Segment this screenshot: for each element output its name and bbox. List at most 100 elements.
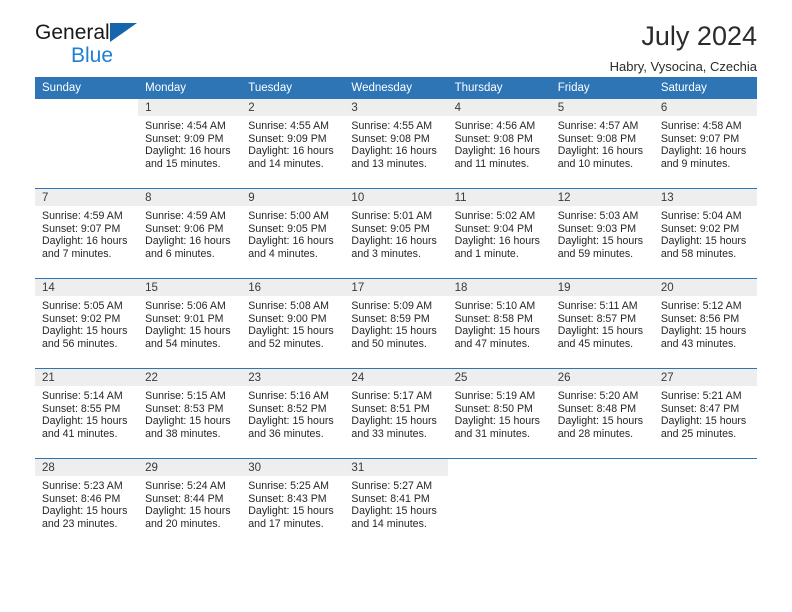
day-details: Sunrise: 4:55 AM Sunset: 9:08 PM Daylight:… xyxy=(344,116,447,170)
day-details: Sunrise: 5:14 AM Sunset: 8:55 PM Daylight:… xyxy=(35,386,138,440)
day-cell[interactable]: 8 Sunrise: 4:59 AM Sunset: 9:06 PM Daylight… xyxy=(138,188,242,279)
sunrise-text: Sunrise: 5:23 AM xyxy=(42,480,123,492)
day-number: 20 xyxy=(653,279,757,296)
daylight-text-line2: and 15 minutes. xyxy=(145,157,221,170)
daylight-text-line1: Daylight: 16 hours xyxy=(454,145,540,158)
day-details: Sunrise: 4:59 AM Sunset: 9:06 PM Daylight:… xyxy=(138,206,241,260)
daylight-text-line2: and 9 minutes. xyxy=(660,157,731,170)
day-cell[interactable]: 29 Sunrise: 5:24 AM Sunset: 8:44 PM Dayligh… xyxy=(138,458,242,548)
daylight-text-line1: Daylight: 15 hours xyxy=(454,325,540,338)
generalblue-logo[interactable]: General Blue xyxy=(35,22,235,66)
page-subtitle: Habry, Vysocina, Czechia xyxy=(609,58,757,74)
column-header-thursday: Thursday xyxy=(447,77,551,99)
day-cell[interactable]: 2 Sunrise: 4:55 AM Sunset: 9:09 PM Daylight… xyxy=(241,99,345,189)
day-cell[interactable]: 19 Sunrise: 5:11 AM Sunset: 8:57 PM Dayligh… xyxy=(550,278,654,369)
sunset-text: Sunset: 9:07 PM xyxy=(42,222,121,235)
sunrise-text: Sunrise: 4:59 AM xyxy=(42,210,123,222)
sunrise-text: Sunrise: 5:05 AM xyxy=(42,300,123,312)
day-cell[interactable]: 24 Sunrise: 5:17 AM Sunset: 8:51 PM Dayligh… xyxy=(344,368,448,459)
day-number: 14 xyxy=(35,279,139,296)
day-cell[interactable]: 23 Sunrise: 5:16 AM Sunset: 8:52 PM Dayligh… xyxy=(241,368,345,459)
daylight-text-line1: Daylight: 16 hours xyxy=(248,145,334,158)
day-cell[interactable]: 16 Sunrise: 5:08 AM Sunset: 9:00 PM Dayligh… xyxy=(241,278,345,369)
day-details: Sunrise: 5:12 AM Sunset: 8:56 PM Daylight:… xyxy=(654,296,757,350)
daylight-text-line1: Daylight: 16 hours xyxy=(145,145,231,158)
daylight-text-line1: Daylight: 15 hours xyxy=(351,505,437,518)
day-cell[interactable]: 4 Sunrise: 4:56 AM Sunset: 9:08 PM Daylight… xyxy=(447,99,551,189)
daylight-text-line1: Daylight: 15 hours xyxy=(557,325,644,338)
day-cell[interactable]: 6 Sunrise: 4:58 AM Sunset: 9:07 PM Daylight… xyxy=(653,99,757,189)
sunrise-text: Sunrise: 5:21 AM xyxy=(660,390,742,402)
sunrise-text: Sunrise: 4:54 AM xyxy=(145,120,226,132)
day-details: Sunrise: 5:15 AM Sunset: 8:53 PM Daylight:… xyxy=(138,386,241,440)
day-details: Sunrise: 5:09 AM Sunset: 8:59 PM Daylight:… xyxy=(344,296,447,350)
day-cell[interactable]: 26 Sunrise: 5:20 AM Sunset: 8:48 PM Dayligh… xyxy=(550,368,654,459)
daylight-text-line2: and 14 minutes. xyxy=(351,517,427,530)
calendar-week-row: 1 Sunrise: 4:54 AM Sunset: 9:09 PM Daylight… xyxy=(35,99,757,189)
sunrise-text: Sunrise: 4:59 AM xyxy=(145,210,226,222)
day-cell[interactable]: 30 Sunrise: 5:25 AM Sunset: 8:43 PM Dayligh… xyxy=(241,458,345,548)
day-cell[interactable]: 13 Sunrise: 5:04 AM Sunset: 9:02 PM Dayligh… xyxy=(653,188,757,279)
day-details: Sunrise: 5:08 AM Sunset: 9:00 PM Daylight:… xyxy=(241,296,344,350)
daylight-text-line1: Daylight: 16 hours xyxy=(557,145,644,158)
day-number: 7 xyxy=(35,189,139,206)
day-cell[interactable]: 1 Sunrise: 4:54 AM Sunset: 9:09 PM Daylight… xyxy=(138,99,242,189)
column-header-saturday: Saturday xyxy=(653,77,757,99)
day-cell[interactable]: 10 Sunrise: 5:01 AM Sunset: 9:05 PM Dayligh… xyxy=(344,188,448,279)
day-details: Sunrise: 4:55 AM Sunset: 9:09 PM Daylight:… xyxy=(241,116,344,170)
daylight-text-line1: Daylight: 15 hours xyxy=(351,325,437,338)
day-details: Sunrise: 4:54 AM Sunset: 9:09 PM Daylight:… xyxy=(138,116,241,170)
sunset-text: Sunset: 9:03 PM xyxy=(557,222,637,235)
sunset-text: Sunset: 9:08 PM xyxy=(454,132,533,145)
daylight-text-line1: Daylight: 16 hours xyxy=(248,235,334,248)
sunrise-text: Sunrise: 4:58 AM xyxy=(660,120,742,132)
day-cell[interactable]: 3 Sunrise: 4:55 AM Sunset: 9:08 PM Daylight… xyxy=(344,99,448,189)
day-number: 24 xyxy=(344,369,448,386)
daylight-text-line2: and 28 minutes. xyxy=(557,427,634,440)
sunrise-text: Sunrise: 5:20 AM xyxy=(557,390,639,402)
sunrise-text: Sunrise: 5:27 AM xyxy=(351,480,433,492)
day-cell[interactable]: 12 Sunrise: 5:03 AM Sunset: 9:03 PM Dayligh… xyxy=(550,188,654,279)
day-cell[interactable]: 14 Sunrise: 5:05 AM Sunset: 9:02 PM Dayligh… xyxy=(35,278,139,369)
day-details: Sunrise: 5:10 AM Sunset: 8:58 PM Daylight:… xyxy=(448,296,551,350)
day-cell[interactable]: 25 Sunrise: 5:19 AM Sunset: 8:50 PM Dayligh… xyxy=(447,368,551,459)
day-cell[interactable]: 27 Sunrise: 5:21 AM Sunset: 8:47 PM Dayligh… xyxy=(653,368,757,459)
sunrise-text: Sunrise: 5:11 AM xyxy=(557,300,638,312)
sunset-text: Sunset: 9:08 PM xyxy=(557,132,637,145)
calendar-week-row: 7 Sunrise: 4:59 AM Sunset: 9:07 PM Daylight… xyxy=(35,188,757,279)
logo-word-general: General xyxy=(35,21,110,44)
daylight-text-line1: Daylight: 16 hours xyxy=(351,235,437,248)
day-cell[interactable]: 7 Sunrise: 4:59 AM Sunset: 9:07 PM Daylight… xyxy=(35,188,139,279)
daylight-text-line2: and 10 minutes. xyxy=(557,157,634,170)
daylight-text-line2: and 3 minutes. xyxy=(351,247,421,260)
sunrise-text: Sunrise: 5:16 AM xyxy=(248,390,329,402)
day-cell[interactable]: 28 Sunrise: 5:23 AM Sunset: 8:46 PM Dayligh… xyxy=(35,458,139,548)
day-number: 17 xyxy=(344,279,448,296)
daylight-text-line1: Daylight: 15 hours xyxy=(248,415,334,428)
calendar-week-row: 21 Sunrise: 5:14 AM Sunset: 8:55 PM Dayligh… xyxy=(35,368,757,459)
day-cell[interactable]: 31 Sunrise: 5:27 AM Sunset: 8:41 PM Dayligh… xyxy=(344,458,448,548)
day-cell[interactable]: 18 Sunrise: 5:10 AM Sunset: 8:58 PM Dayligh… xyxy=(447,278,551,369)
daylight-text-line2: and 59 minutes. xyxy=(557,247,634,260)
day-cell[interactable]: 20 Sunrise: 5:12 AM Sunset: 8:56 PM Dayligh… xyxy=(653,278,757,369)
day-cell[interactable]: 11 Sunrise: 5:02 AM Sunset: 9:04 PM Dayligh… xyxy=(447,188,551,279)
daylight-text-line2: and 6 minutes. xyxy=(145,247,215,260)
daylight-text-line2: and 43 minutes. xyxy=(660,337,737,350)
day-cell[interactable]: 17 Sunrise: 5:09 AM Sunset: 8:59 PM Dayligh… xyxy=(344,278,448,369)
column-header-wednesday: Wednesday xyxy=(344,77,448,99)
daylight-text-line2: and 1 minute. xyxy=(454,247,519,260)
day-cell[interactable]: 21 Sunrise: 5:14 AM Sunset: 8:55 PM Dayligh… xyxy=(35,368,139,459)
daylight-text-line1: Daylight: 15 hours xyxy=(145,325,231,338)
day-cell[interactable]: 9 Sunrise: 5:00 AM Sunset: 9:05 PM Daylight… xyxy=(241,188,345,279)
day-details: Sunrise: 5:19 AM Sunset: 8:50 PM Daylight:… xyxy=(448,386,551,440)
day-cell[interactable]: 22 Sunrise: 5:15 AM Sunset: 8:53 PM Dayligh… xyxy=(138,368,242,459)
sunset-text: Sunset: 9:05 PM xyxy=(351,222,430,235)
column-header-monday: Monday xyxy=(138,77,242,99)
sunrise-text: Sunrise: 5:01 AM xyxy=(351,210,433,222)
day-cell[interactable]: 5 Sunrise: 4:57 AM Sunset: 9:08 PM Daylight… xyxy=(550,99,654,189)
day-cell[interactable]: 15 Sunrise: 5:06 AM Sunset: 9:01 PM Dayligh… xyxy=(138,278,242,369)
sunset-text: Sunset: 9:04 PM xyxy=(454,222,533,235)
sunrise-text: Sunrise: 5:03 AM xyxy=(557,210,639,222)
daylight-text-line2: and 38 minutes. xyxy=(145,427,221,440)
calendar-page: General Blue July 2024 Habry, Vysocina, … xyxy=(0,0,792,612)
